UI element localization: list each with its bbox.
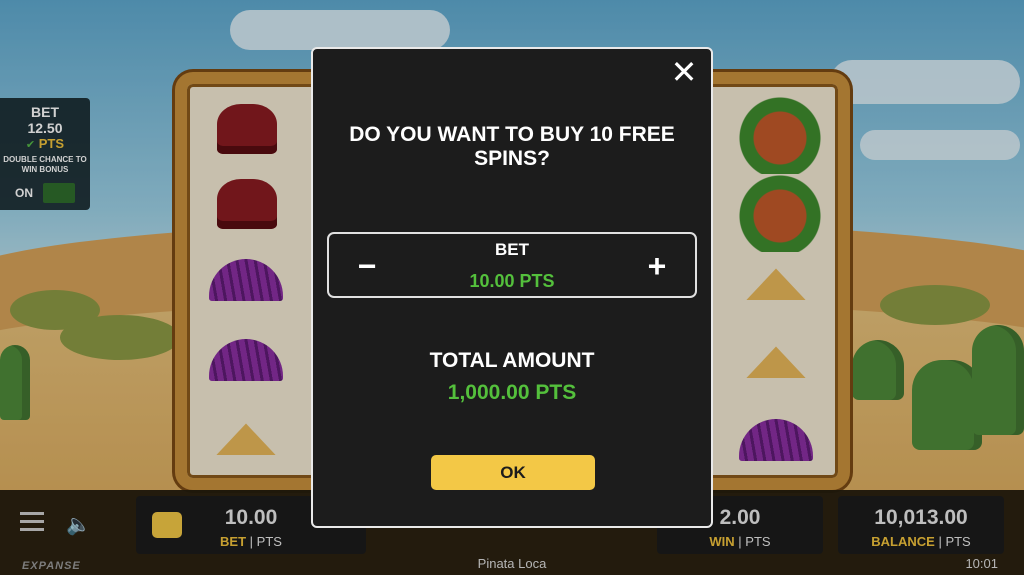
bet-selector: − BET 10.00 PTS + bbox=[327, 232, 697, 298]
buy-free-spins-dialog: ✕ DO YOU WANT TO BUY 10 FREE SPINS? − BE… bbox=[311, 47, 713, 528]
dialog-question: DO YOU WANT TO BUY 10 FREE SPINS? bbox=[349, 123, 675, 170]
bet-plus-button[interactable]: + bbox=[637, 246, 677, 286]
total-amount-label: TOTAL AMOUNT bbox=[429, 349, 595, 372]
ok-button[interactable]: OK bbox=[431, 455, 595, 490]
total-amount-value: 1,000.00 PTS bbox=[447, 381, 577, 404]
close-icon[interactable]: ✕ bbox=[669, 56, 699, 88]
